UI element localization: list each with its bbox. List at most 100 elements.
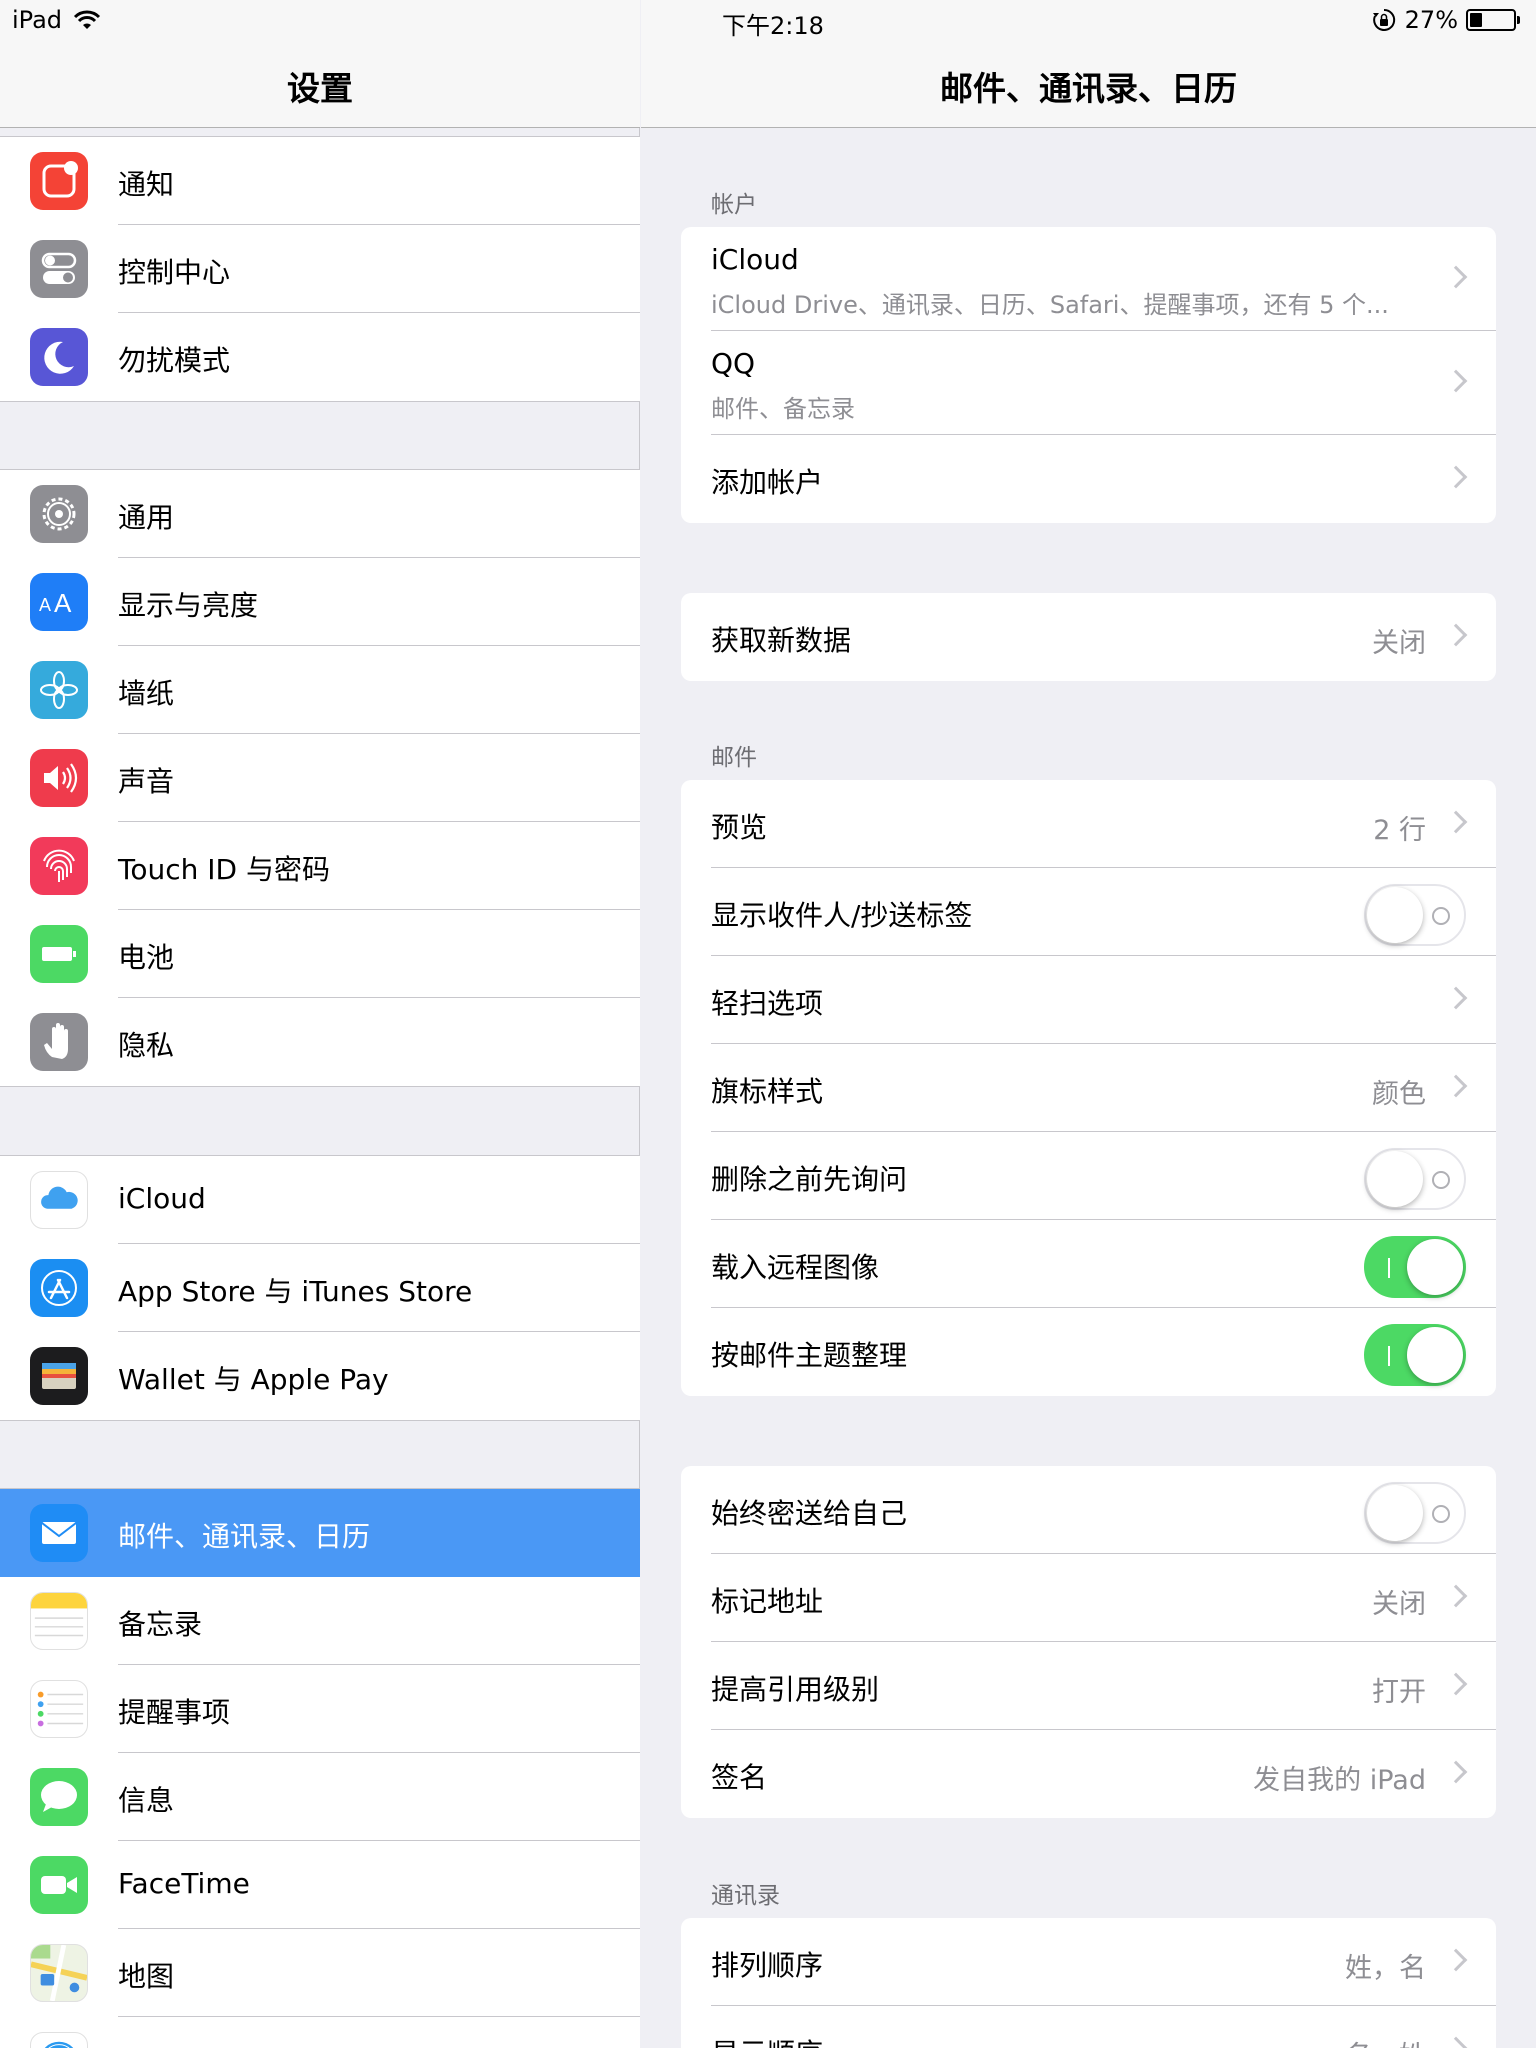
sidebar-item-maps[interactable]: 地图 [0,1929,640,2017]
section-header-accounts: 帐户 [711,192,757,218]
preview-value: 2 行 [1373,815,1426,846]
status-time: 下午2:18 [722,12,824,40]
flag-style-label: 旗标样式 [711,1075,824,1108]
mark-addresses-row[interactable]: 标记地址 关闭 [681,1554,1496,1642]
chevron-right-icon [1444,265,1468,289]
sidebar-item-facetime[interactable]: FaceTime [0,1841,640,1929]
hand-icon [30,1013,88,1071]
account-row-qq[interactable]: QQ 邮件、备忘录 [681,331,1496,435]
display-brightness-icon: AA [30,573,88,631]
organize-by-thread-label: 按邮件主题整理 [711,1339,908,1372]
sidebar-item-wallet[interactable]: Wallet 与 Apple Pay [0,1332,640,1420]
ask-before-deleting-toggle[interactable] [1364,1148,1466,1210]
display-order-row[interactable]: 显示顺序 名，姓 [681,2006,1496,2048]
mail-options-card: 始终密送给自己 标记地址 关闭 提高引用级别 打开 签名 发自我的 iPad [681,1466,1496,1818]
signature-row[interactable]: 签名 发自我的 iPad [681,1730,1496,1818]
sidebar-item-icloud[interactable]: iCloud [0,1156,640,1244]
sidebar-title: 设置 [287,69,353,108]
maps-icon [30,1944,88,2002]
account-services: iCloud Drive、通讯录、日历、Safari、提醒事项，还有 5 个..… [711,291,1389,319]
fetch-new-data-row[interactable]: 获取新数据 关闭 [681,593,1496,681]
account-name: QQ [711,347,756,380]
moon-icon [30,328,88,386]
svg-text:A: A [54,588,72,618]
sidebar-item-reminders[interactable]: 提醒事项 [0,1665,640,1753]
sidebar-group-2: 通用 AA 显示与亮度 墙纸 声音 Touch ID 与密码 电池 隐私 [0,469,640,1087]
sidebar-item-sounds[interactable]: 声音 [0,734,640,822]
sidebar-item-label: 备忘录 [118,1608,203,1641]
sidebar-item-label: Touch ID 与密码 [118,853,330,886]
sidebar-item-privacy[interactable]: 隐私 [0,998,640,1086]
account-name: iCloud [711,243,799,276]
sidebar-item-touch-id[interactable]: Touch ID 与密码 [0,822,640,910]
facetime-icon [30,1856,88,1914]
increase-quote-level-row[interactable]: 提高引用级别 打开 [681,1642,1496,1730]
load-remote-images-label: 载入远程图像 [711,1251,880,1284]
sidebar-item-label: 隐私 [118,1029,175,1062]
sidebar-item-control-center[interactable]: 控制中心 [0,225,640,313]
chevron-right-icon [1444,1584,1468,1608]
sidebar-item-messages[interactable]: 信息 [0,1753,640,1841]
sidebar-item-label: 信息 [118,1784,175,1817]
rotation-lock-icon [1372,8,1395,31]
chevron-right-icon [1444,369,1468,393]
messages-icon [30,1768,88,1826]
swipe-options-row[interactable]: 轻扫选项 [681,956,1496,1044]
notifications-icon [30,152,88,210]
control-center-icon [30,240,88,298]
icloud-icon [30,1171,88,1229]
sidebar-item-mail-contacts-calendars[interactable]: 邮件、通讯录、日历 [0,1489,640,1577]
sidebar-item-wallpaper[interactable]: 墙纸 [0,646,640,734]
sidebar-item-safari[interactable] [0,2017,640,2048]
wallet-icon [30,1347,88,1405]
sidebar-item-label: 通用 [118,501,175,534]
mail-card: 预览 2 行 显示收件人/抄送标签 轻扫选项 旗标样式 颜色 删除之前先询问 载… [681,780,1496,1396]
sidebar-item-general[interactable]: 通用 [0,470,640,558]
mark-addresses-label: 标记地址 [711,1585,824,1618]
load-remote-images-toggle[interactable] [1364,1236,1466,1298]
mark-addresses-value: 关闭 [1372,1589,1426,1620]
sort-order-label: 排列顺序 [711,1949,824,1982]
fetch-card: 获取新数据 关闭 [681,593,1496,681]
sidebar-item-notifications[interactable]: 通知 [0,137,640,225]
show-to-cc-row: 显示收件人/抄送标签 [681,868,1496,956]
add-account-row[interactable]: 添加帐户 [681,435,1496,523]
sidebar-item-do-not-disturb[interactable]: 勿扰模式 [0,313,640,401]
notes-icon [30,1592,88,1650]
ask-before-deleting-row: 删除之前先询问 [681,1132,1496,1220]
flag-style-row[interactable]: 旗标样式 颜色 [681,1044,1496,1132]
device-name: iPad [12,6,63,34]
battery-icon [30,925,88,983]
toggle-off-mark [1432,907,1450,925]
chevron-right-icon [1444,1672,1468,1696]
mail-icon [30,1504,88,1562]
toggle-off-mark [1432,1171,1450,1189]
status-bar: iPad 下午2:18 27% [0,0,1536,40]
sort-order-row[interactable]: 排列顺序 姓，名 [681,1918,1496,2006]
sidebar-item-label: Wallet 与 Apple Pay [118,1363,389,1396]
settings-sidebar: 设置 通知 控制中心 勿扰模式 通用 A A 显示与亮度 墙纸 声音 Touch… [0,0,640,2048]
always-bcc-myself-toggle[interactable] [1364,1482,1466,1544]
toggle-on-mark [1388,1258,1390,1278]
detail-pane: 邮件、通讯录、日历 帐户 iCloud iCloud Drive、通讯录、日历、… [641,0,1536,2048]
chevron-right-icon [1444,986,1468,1010]
organize-by-thread-toggle[interactable] [1364,1324,1466,1386]
fetch-label: 获取新数据 [711,624,852,657]
sidebar-item-label: 控制中心 [118,256,231,289]
sidebar-item-notes[interactable]: 备忘录 [0,1577,640,1665]
sidebar-item-label: 电池 [118,941,175,974]
gear-icon [30,485,88,543]
status-left: iPad [12,6,102,34]
preview-row[interactable]: 预览 2 行 [681,780,1496,868]
detail-title: 邮件、通讯录、日历 [940,69,1237,108]
sidebar-item-label: 声音 [118,765,175,798]
sidebar-item-battery[interactable]: 电池 [0,910,640,998]
display-order-value: 名，姓 [1345,2034,1426,2048]
always-bcc-myself-label: 始终密送给自己 [711,1497,908,1530]
sidebar-item-app-store[interactable]: App Store 与 iTunes Store [0,1244,640,1332]
organize-by-thread-row: 按邮件主题整理 [681,1308,1496,1396]
sidebar-item-display-brightness[interactable]: AA 显示与亮度 [0,558,640,646]
account-row-icloud[interactable]: iCloud iCloud Drive、通讯录、日历、Safari、提醒事项，还… [681,227,1496,331]
sidebar-item-label: iCloud [118,1182,206,1215]
show-to-cc-toggle[interactable] [1364,884,1466,946]
